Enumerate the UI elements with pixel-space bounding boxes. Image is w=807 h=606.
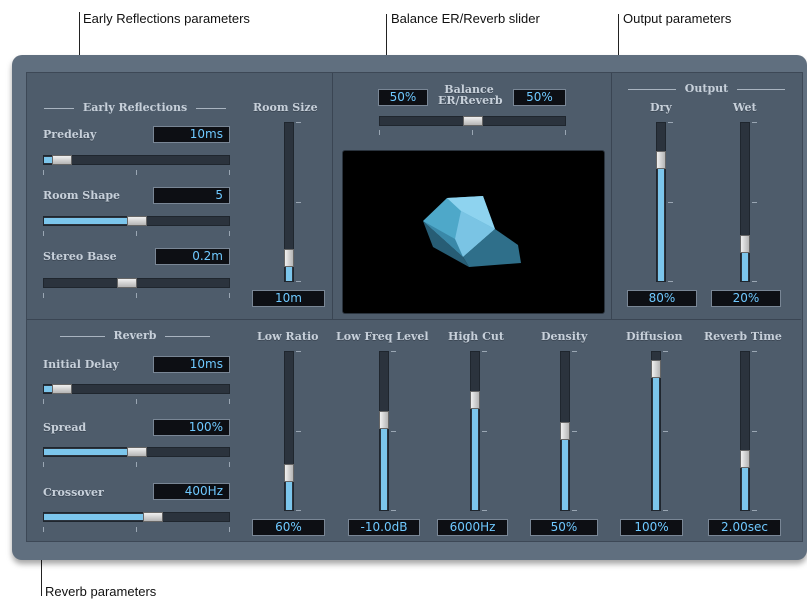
- reverb-time-ticks: [752, 351, 758, 511]
- high-cut-ticks: [482, 351, 488, 511]
- reverb-time-slider-knob[interactable]: [740, 450, 750, 468]
- room-shape-ticks: [43, 231, 230, 237]
- wet-label: Wet: [733, 101, 757, 114]
- callout-reverb: Reverb parameters: [45, 584, 157, 599]
- dry-label: Dry: [650, 101, 672, 114]
- spread-field[interactable]: 100%: [153, 419, 230, 436]
- balance-slider[interactable]: [379, 116, 566, 126]
- room-size-label: Room Size: [253, 101, 318, 114]
- density-field[interactable]: 50%: [530, 519, 598, 536]
- low-ratio-label: Low Ratio: [257, 330, 319, 343]
- high-cut-field[interactable]: 6000Hz: [437, 519, 508, 536]
- balance-label-line2: ER/Reverb: [438, 94, 503, 107]
- dry-slider-knob[interactable]: [656, 151, 666, 169]
- low-freq-level-slider-knob[interactable]: [379, 410, 389, 429]
- crossover-slider-knob[interactable]: [143, 512, 163, 522]
- callout-output: Output parameters: [623, 11, 732, 26]
- wet-slider-knob[interactable]: [740, 235, 750, 253]
- crossover-label: Crossover: [43, 486, 104, 499]
- wet-field[interactable]: 20%: [711, 290, 781, 307]
- reverb-time-slider[interactable]: [740, 351, 750, 511]
- divider-balance-output: [611, 73, 612, 319]
- high-cut-slider[interactable]: [470, 351, 480, 511]
- low-freq-level-slider[interactable]: [379, 351, 389, 511]
- stereo-base-slider-knob[interactable]: [116, 278, 137, 288]
- diffusion-slider-knob[interactable]: [651, 360, 661, 379]
- low-freq-level-ticks: [391, 351, 397, 511]
- spread-slider-knob[interactable]: [126, 447, 147, 457]
- density-ticks: [572, 351, 578, 511]
- stereo-base-label: Stereo Base: [43, 250, 117, 263]
- density-slider-knob[interactable]: [560, 422, 570, 440]
- initial-delay-slider[interactable]: [43, 384, 230, 394]
- balance-slider-knob[interactable]: [462, 116, 483, 126]
- room-shape-slider-knob[interactable]: [126, 216, 147, 226]
- predelay-slider-knob[interactable]: [52, 155, 73, 165]
- crossover-slider[interactable]: [43, 512, 230, 522]
- low-ratio-field[interactable]: 60%: [252, 519, 325, 536]
- predelay-slider[interactable]: [43, 155, 230, 165]
- room-size-slider-knob[interactable]: [284, 249, 294, 267]
- callout-early-reflections: Early Reflections parameters: [83, 11, 250, 26]
- spread-slider[interactable]: [43, 447, 230, 457]
- density-label: Density: [541, 330, 588, 343]
- room-size-field[interactable]: 10m: [252, 290, 325, 307]
- low-ratio-slider-knob[interactable]: [284, 464, 294, 482]
- callout-balance: Balance ER/Reverb slider: [391, 11, 540, 26]
- low-ratio-ticks: [296, 351, 302, 511]
- predelay-field[interactable]: 10ms: [153, 126, 230, 143]
- balance-left-field[interactable]: 50%: [378, 89, 428, 106]
- diffusion-slider[interactable]: [651, 351, 661, 511]
- low-freq-level-label: Low Freq Level: [336, 330, 429, 343]
- high-cut-slider-knob[interactable]: [470, 391, 480, 410]
- room-shape-field[interactable]: 5: [153, 187, 230, 204]
- reverb-time-label: Reverb Time: [704, 330, 782, 343]
- stereo-base-slider[interactable]: [43, 278, 230, 288]
- room-size-slider[interactable]: [284, 122, 294, 282]
- balance-right-field[interactable]: 50%: [513, 89, 566, 106]
- early-reflections-header: Early Reflections: [40, 101, 230, 114]
- diffusion-field[interactable]: 100%: [620, 519, 683, 536]
- balance-label: Balance ER/Reverb: [438, 84, 503, 107]
- density-slider[interactable]: [560, 351, 570, 511]
- crossover-ticks: [43, 527, 230, 533]
- wet-ticks: [752, 122, 758, 282]
- initial-delay-field[interactable]: 10ms: [153, 356, 230, 373]
- initial-delay-ticks: [43, 399, 230, 405]
- diffusion-label: Diffusion: [626, 330, 683, 343]
- output-header: Output: [624, 82, 789, 95]
- crossover-field[interactable]: 400Hz: [153, 483, 230, 500]
- spread-label: Spread: [43, 421, 87, 434]
- initial-delay-label: Initial Delay: [43, 358, 119, 371]
- low-ratio-slider[interactable]: [284, 351, 294, 511]
- diffusion-ticks: [663, 351, 669, 511]
- spread-ticks: [43, 462, 230, 468]
- initial-delay-slider-knob[interactable]: [52, 384, 73, 394]
- room-shape-slider[interactable]: [43, 216, 230, 226]
- low-freq-level-field[interactable]: -10.0dB: [348, 519, 420, 536]
- dry-field[interactable]: 80%: [627, 290, 697, 307]
- room-display: [342, 150, 605, 314]
- room-shape-icon: [423, 196, 521, 267]
- reverb-time-field[interactable]: 2.00sec: [708, 519, 781, 536]
- room-shape-label: Room Shape: [43, 189, 121, 202]
- high-cut-label: High Cut: [448, 330, 504, 343]
- dry-ticks: [668, 122, 674, 282]
- reverb-header: Reverb: [40, 329, 230, 342]
- stereo-base-field[interactable]: 0.2m: [155, 248, 230, 265]
- room-size-ticks: [296, 122, 302, 282]
- dry-slider[interactable]: [656, 122, 666, 282]
- balance-ticks: [379, 130, 566, 136]
- wet-slider[interactable]: [740, 122, 750, 282]
- stereo-base-ticks: [43, 293, 230, 299]
- divider-top-bottom: [27, 319, 801, 320]
- predelay-ticks: [43, 170, 230, 176]
- predelay-label: Predelay: [43, 128, 97, 141]
- divider-er-balance: [332, 73, 333, 319]
